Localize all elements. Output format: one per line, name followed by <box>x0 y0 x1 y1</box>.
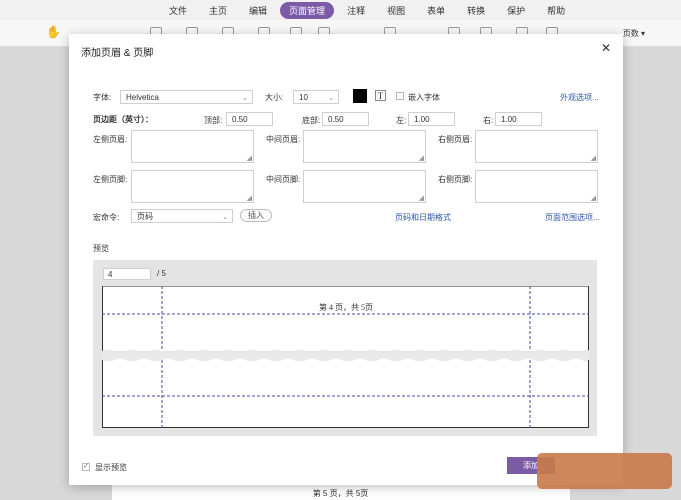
menu-item[interactable]: 主页 <box>200 2 236 19</box>
size-select[interactable]: 10 ⌄ <box>293 90 339 104</box>
margin-left-label: 左: <box>396 116 407 125</box>
preview-tear-top <box>102 349 589 361</box>
page-date-format-link[interactable]: 页码和日期格式 <box>395 212 451 223</box>
size-select-value: 10 <box>299 93 308 102</box>
menu-item[interactable]: 编辑 <box>240 2 276 19</box>
hand-tool-icon[interactable]: ✋ <box>46 25 61 39</box>
page-status: 第 5 页，共 5页 <box>312 489 369 498</box>
center-header-label: 中间页眉: <box>266 135 301 144</box>
close-icon[interactable]: ✕ <box>601 41 611 55</box>
menu-item[interactable]: 表单 <box>418 2 454 19</box>
show-preview-label: 显示预览 <box>95 463 127 472</box>
left-footer-label: 左侧页脚: <box>93 175 128 184</box>
header-footer-dialog: 添加页眉 & 页脚 ✕ 字体: Helvetica ⌄ 大小: 10 ⌄ T 嵌… <box>69 34 623 485</box>
margin-bottom-label: 底部: <box>302 116 321 125</box>
font-label: 字体: <box>93 93 112 102</box>
font-select-value: Helvetica <box>126 93 159 102</box>
resize-grip-icon[interactable]: ◢ <box>247 195 252 202</box>
margin-left-input[interactable]: 1.00 <box>408 112 455 126</box>
preview-page-input[interactable]: 4 <box>103 268 151 280</box>
text-style-icon[interactable]: T <box>375 90 386 101</box>
right-header-input[interactable]: ◢ <box>475 130 598 163</box>
resize-grip-icon[interactable]: ◢ <box>591 155 596 162</box>
preview-page-top <box>102 286 589 351</box>
menu-item[interactable]: 页面管理 <box>280 1 335 19</box>
center-header-input[interactable]: ◢ <box>303 130 426 163</box>
menu-item[interactable]: 注释 <box>338 2 374 19</box>
dialog-title: 添加页眉 & 页脚 <box>81 48 154 59</box>
resize-grip-icon[interactable]: ◢ <box>419 155 424 162</box>
right-footer-input[interactable]: ◢ <box>475 170 598 203</box>
preview-page-bottom <box>102 358 589 428</box>
center-footer-input[interactable]: ◢ <box>303 170 426 203</box>
resize-grip-icon[interactable]: ◢ <box>419 195 424 202</box>
right-header-label: 右侧页眉: <box>438 135 473 144</box>
check-icon: ✓ <box>83 463 89 470</box>
macro-select-value: 页码 <box>137 212 153 221</box>
chevron-down-icon: ⌄ <box>222 214 228 221</box>
resize-grip-icon[interactable]: ◢ <box>591 195 596 202</box>
watermark-logo <box>537 453 672 489</box>
macro-select[interactable]: 页码 ⌄ <box>131 209 233 223</box>
menu-item[interactable]: 视图 <box>378 2 414 19</box>
margin-right-input[interactable]: 1.00 <box>495 112 542 126</box>
menu-bar: 文件 主页 编辑 页面管理 注释 视图 表单 转换 保护 帮助 <box>0 0 681 20</box>
left-header-input[interactable]: ◢ <box>131 130 254 163</box>
embed-font-label: 嵌入字体 <box>408 93 440 102</box>
page-count-dropdown[interactable]: 页数 ▾ <box>623 28 645 39</box>
macro-label: 宏命令: <box>93 213 120 222</box>
size-label: 大小: <box>265 93 284 102</box>
preview-header-text: 第 4 页，共 5页 <box>319 302 373 312</box>
preview-canvas: 第 4 页，共 5页 <box>102 286 589 428</box>
margin-right-label: 右: <box>483 116 494 125</box>
menu-item[interactable]: 帮助 <box>538 2 574 19</box>
page-count-label: 页数 <box>622 29 639 38</box>
insert-button[interactable]: 插入 <box>240 209 272 222</box>
left-footer-input[interactable]: ◢ <box>131 170 254 203</box>
right-footer-label: 右侧页脚: <box>438 175 473 184</box>
menu-item[interactable]: 文件 <box>160 2 196 19</box>
margins-label: 页边距（英寸）： <box>93 115 153 124</box>
chevron-down-icon: ⌄ <box>242 95 248 102</box>
margin-top-label: 顶部: <box>204 116 223 125</box>
page-range-options-link[interactable]: 页面范围选项... <box>545 212 600 223</box>
chevron-down-icon: ⌄ <box>328 95 334 102</box>
show-preview-checkbox[interactable]: ✓ <box>82 463 90 471</box>
text-color-swatch[interactable] <box>353 89 367 103</box>
preview-panel: 4 / 5 第 4 页，共 5页 <box>93 260 597 436</box>
resize-grip-icon[interactable]: ◢ <box>247 155 252 162</box>
margin-top-input[interactable]: 0.50 <box>226 112 273 126</box>
center-footer-label: 中间页脚: <box>266 175 301 184</box>
margin-bottom-input[interactable]: 0.50 <box>322 112 369 126</box>
preview-label: 预览 <box>93 244 109 253</box>
left-header-label: 左侧页眉: <box>93 135 128 144</box>
appearance-options-link[interactable]: 外观选项... <box>560 92 599 103</box>
preview-page-total: / 5 <box>157 269 166 278</box>
menu-item[interactable]: 保护 <box>498 2 534 19</box>
menu-item[interactable]: 转换 <box>458 2 494 19</box>
font-select[interactable]: Helvetica ⌄ <box>120 90 253 104</box>
embed-font-checkbox[interactable] <box>396 92 404 100</box>
